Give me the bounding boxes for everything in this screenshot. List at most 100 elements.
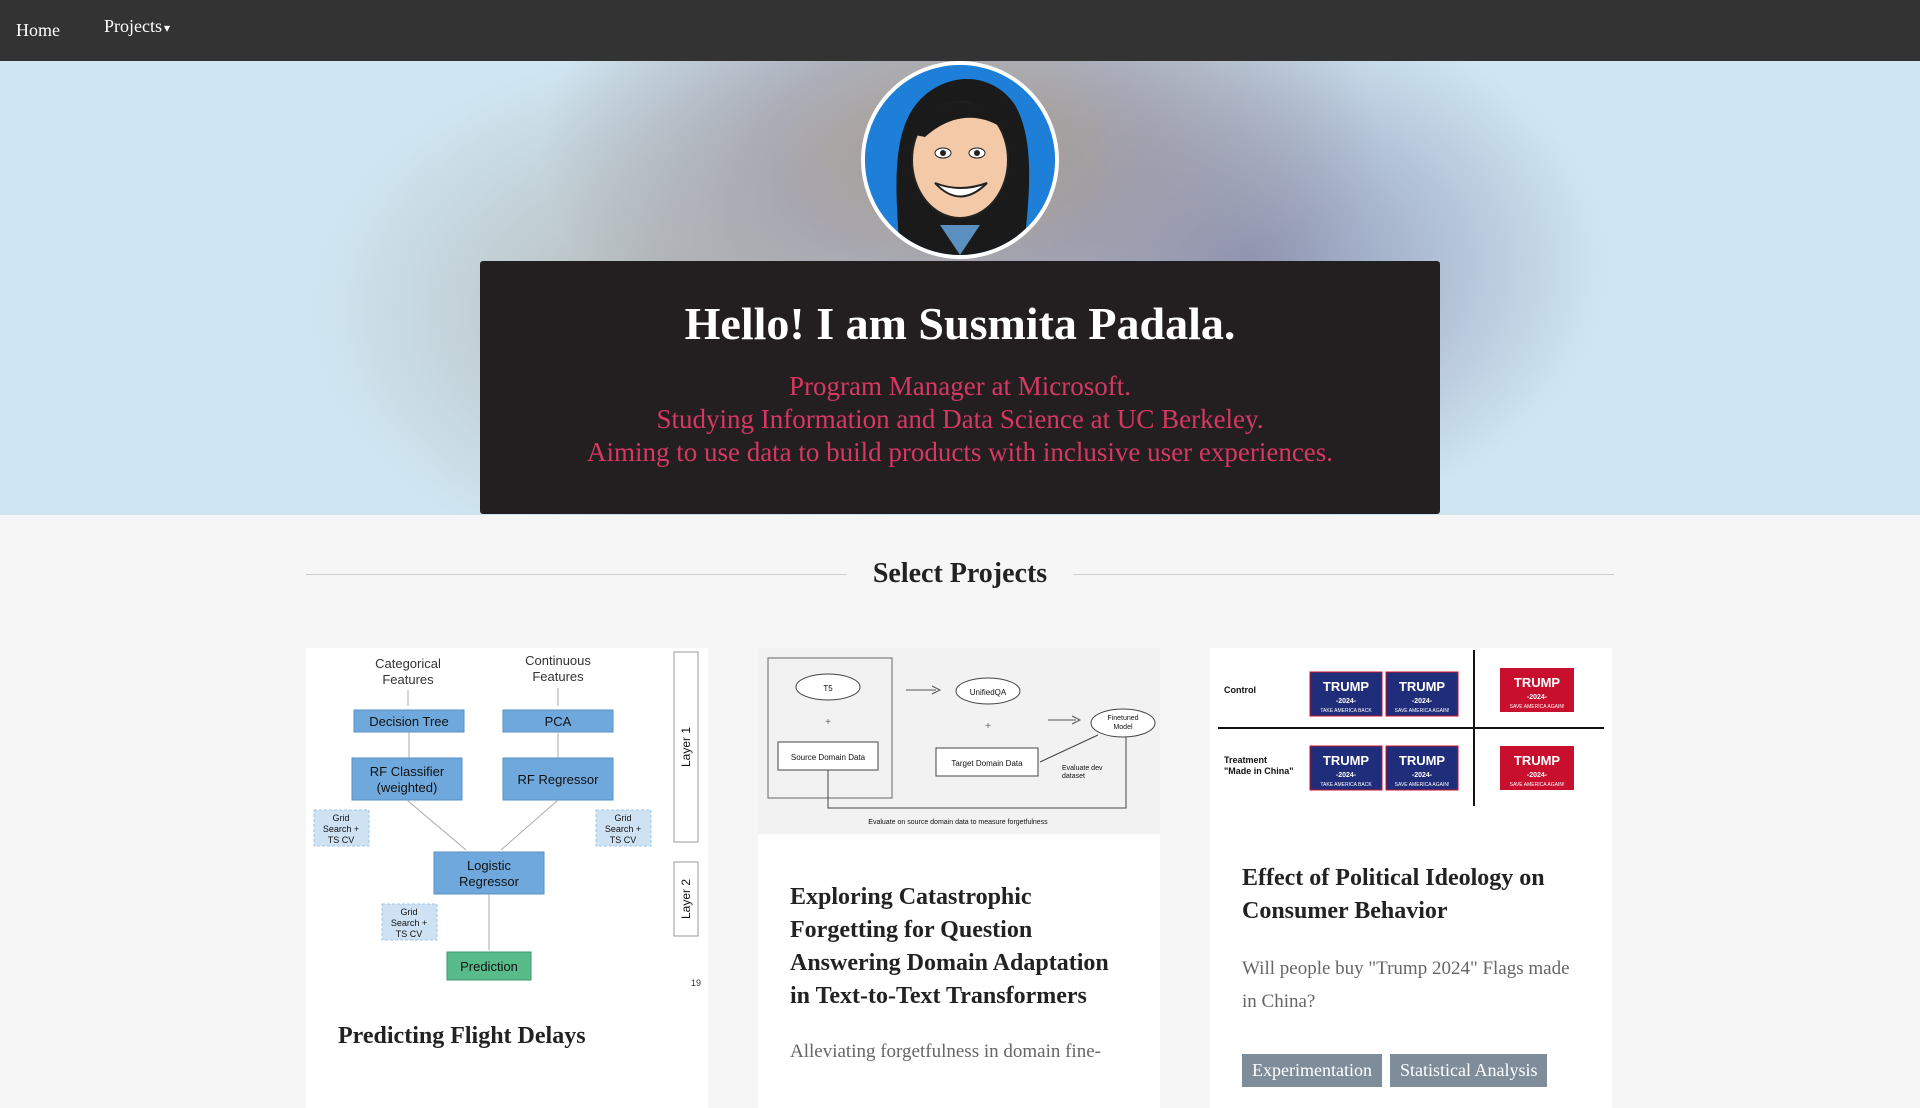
project-thumbnail[interactable]: T5 + Source Domain Data UnifiedQA + Targ… [758, 648, 1160, 834]
project-card-catastrophic-forgetting[interactable]: T5 + Source Domain Data UnifiedQA + Targ… [758, 648, 1160, 1108]
svg-text:TAKE AMERICA BACK: TAKE AMERICA BACK [1320, 782, 1372, 788]
project-thumbnail[interactable]: Categorical Features Continuous Features… [306, 648, 708, 998]
svg-text:Regressor: Regressor [459, 874, 520, 889]
svg-text:Model: Model [1113, 724, 1133, 731]
project-title-line: Effect of Political Ideology on [1242, 865, 1545, 891]
section-title: Select Projects [872, 558, 1048, 589]
svg-text:+: + [985, 721, 991, 732]
svg-text:Features: Features [382, 672, 434, 687]
select-projects-header: Select Projects [306, 554, 1615, 594]
svg-text:Layer 1: Layer 1 [679, 727, 693, 767]
svg-text:SAVE AMERICA AGAIN!: SAVE AMERICA AGAIN! [1510, 782, 1565, 788]
svg-text:Prediction: Prediction [460, 959, 518, 974]
hero-title: Hello! I am Susmita Padala. [684, 298, 1236, 349]
svg-text:Search +: Search + [391, 918, 427, 928]
project-title-line: Answering Domain Adaptation [790, 950, 1109, 976]
svg-text:TRUMP: TRUMP [1323, 753, 1370, 768]
project-title-line: in Text-to-Text Transformers [790, 983, 1087, 1009]
svg-text:Target Domain Data: Target Domain Data [951, 759, 1023, 768]
svg-text:-2024-: -2024- [1527, 772, 1548, 779]
svg-text:T5: T5 [823, 684, 833, 693]
tag-statistical-analysis[interactable]: Statistical Analysis [1389, 1054, 1548, 1087]
svg-text:-2024-: -2024- [1336, 772, 1357, 779]
svg-text:RF Classifier: RF Classifier [370, 764, 445, 779]
nav-projects-label: Projects [104, 16, 162, 36]
hero-intro-card: Hello! I am Susmita Padala. Program Mana… [480, 261, 1440, 514]
svg-text:TRUMP: TRUMP [1323, 679, 1370, 694]
svg-text:dataset: dataset [1062, 773, 1085, 780]
hero-line-role: Program Manager at Microsoft. [789, 371, 1131, 401]
hero-line-aim: Aiming to use data to build products wit… [586, 437, 1334, 467]
svg-text:"Made in China": "Made in China" [1224, 766, 1294, 776]
svg-text:19: 19 [691, 978, 701, 988]
project-thumbnail[interactable]: Control Treatment "Made in China" TRUMP … [1210, 648, 1612, 816]
svg-text:TS CV: TS CV [328, 835, 355, 845]
model-architecture-diagram: Categorical Features Continuous Features… [313, 651, 701, 988]
svg-text:TRUMP: TRUMP [1399, 679, 1446, 694]
svg-text:TAKE AMERICA BACK: TAKE AMERICA BACK [1320, 708, 1372, 714]
svg-text:RF Regressor: RF Regressor [518, 772, 600, 787]
nav-home-link[interactable]: Home [16, 20, 60, 41]
experiment-design-image: Control Treatment "Made in China" TRUMP … [1218, 650, 1604, 806]
svg-text:Grid: Grid [332, 813, 349, 823]
svg-text:(weighted): (weighted) [377, 780, 438, 795]
project-card-flight-delays[interactable]: Categorical Features Continuous Features… [306, 648, 708, 1108]
divider [1073, 573, 1615, 575]
avatar-caricature-image [865, 65, 1055, 255]
project-description-line: in China? [1242, 991, 1316, 1012]
nav-projects-link[interactable]: Projects ▾ [104, 16, 170, 37]
project-card-political-ideology[interactable]: Control Treatment "Made in China" TRUMP … [1210, 648, 1612, 1108]
hero-banner: Hello! I am Susmita Padala. Program Mana… [0, 61, 1920, 515]
project-tags: Experimentation Statistical Analysis [1210, 1054, 1612, 1087]
svg-text:Evaluate dev: Evaluate dev [1062, 765, 1103, 772]
svg-text:Layer 2: Layer 2 [679, 879, 693, 919]
project-title-line: Exploring Catastrophic [790, 884, 1032, 910]
svg-text:UnifiedQA: UnifiedQA [970, 688, 1007, 697]
svg-text:SAVE AMERICA AGAIN!: SAVE AMERICA AGAIN! [1395, 782, 1450, 788]
project-description: Will people buy "Trump 2024" Flags made … [1210, 952, 1612, 1018]
svg-text:Logistic: Logistic [467, 858, 512, 873]
svg-text:TS CV: TS CV [396, 929, 423, 939]
svg-text:+: + [825, 717, 831, 728]
hero-line-study: Studying Information and Data Science at… [656, 404, 1264, 434]
svg-text:Features: Features [532, 669, 584, 684]
svg-text:SAVE AMERICA AGAIN!: SAVE AMERICA AGAIN! [1395, 708, 1450, 714]
svg-text:Search +: Search + [323, 824, 359, 834]
svg-text:-2024-: -2024- [1412, 698, 1433, 705]
svg-text:Grid: Grid [400, 907, 417, 917]
svg-text:TS CV: TS CV [610, 835, 637, 845]
svg-text:PCA: PCA [545, 714, 572, 729]
svg-text:TRUMP: TRUMP [1514, 753, 1561, 768]
tag-experimentation[interactable]: Experimentation [1242, 1054, 1382, 1087]
project-title-line: Forgetting for Question [790, 917, 1033, 943]
chevron-down-icon: ▾ [164, 21, 171, 35]
project-title[interactable]: Effect of Political Ideology on Consumer… [1210, 862, 1612, 928]
domain-adaptation-diagram: T5 + Source Domain Data UnifiedQA + Targ… [767, 657, 1156, 826]
project-description-line: Will people buy "Trump 2024" Flags made [1242, 958, 1570, 979]
project-title[interactable]: Exploring Catastrophic Forgetting for Qu… [758, 881, 1160, 1013]
top-nav: Home Projects ▾ [0, 0, 1920, 61]
project-title-line: Consumer Behavior [1242, 898, 1448, 924]
svg-text:-2024-: -2024- [1527, 694, 1548, 701]
project-title[interactable]: Predicting Flight Delays [306, 1020, 708, 1053]
svg-text:Grid: Grid [614, 813, 631, 823]
svg-text:TRUMP: TRUMP [1514, 675, 1561, 690]
project-description: Alleviating forgetfulness in domain fine… [790, 1041, 1101, 1062]
svg-text:Treatment: Treatment [1224, 755, 1267, 765]
divider [306, 573, 847, 575]
svg-text:Control: Control [1224, 685, 1256, 695]
svg-text:-2024-: -2024- [1412, 772, 1433, 779]
svg-text:Continuous: Continuous [525, 653, 591, 668]
svg-text:Evaluate on source domain data: Evaluate on source domain data to measur… [868, 819, 1048, 826]
svg-text:TRUMP: TRUMP [1399, 753, 1446, 768]
svg-text:-2024-: -2024- [1336, 698, 1357, 705]
svg-text:Categorical: Categorical [375, 656, 441, 671]
svg-text:SAVE AMERICA AGAIN!: SAVE AMERICA AGAIN! [1510, 704, 1565, 710]
svg-text:Finetuned: Finetuned [1107, 715, 1138, 722]
svg-text:Source Domain Data: Source Domain Data [791, 753, 866, 762]
svg-text:Search +: Search + [605, 824, 641, 834]
profile-avatar [861, 61, 1059, 259]
svg-text:Decision Tree: Decision Tree [369, 714, 448, 729]
